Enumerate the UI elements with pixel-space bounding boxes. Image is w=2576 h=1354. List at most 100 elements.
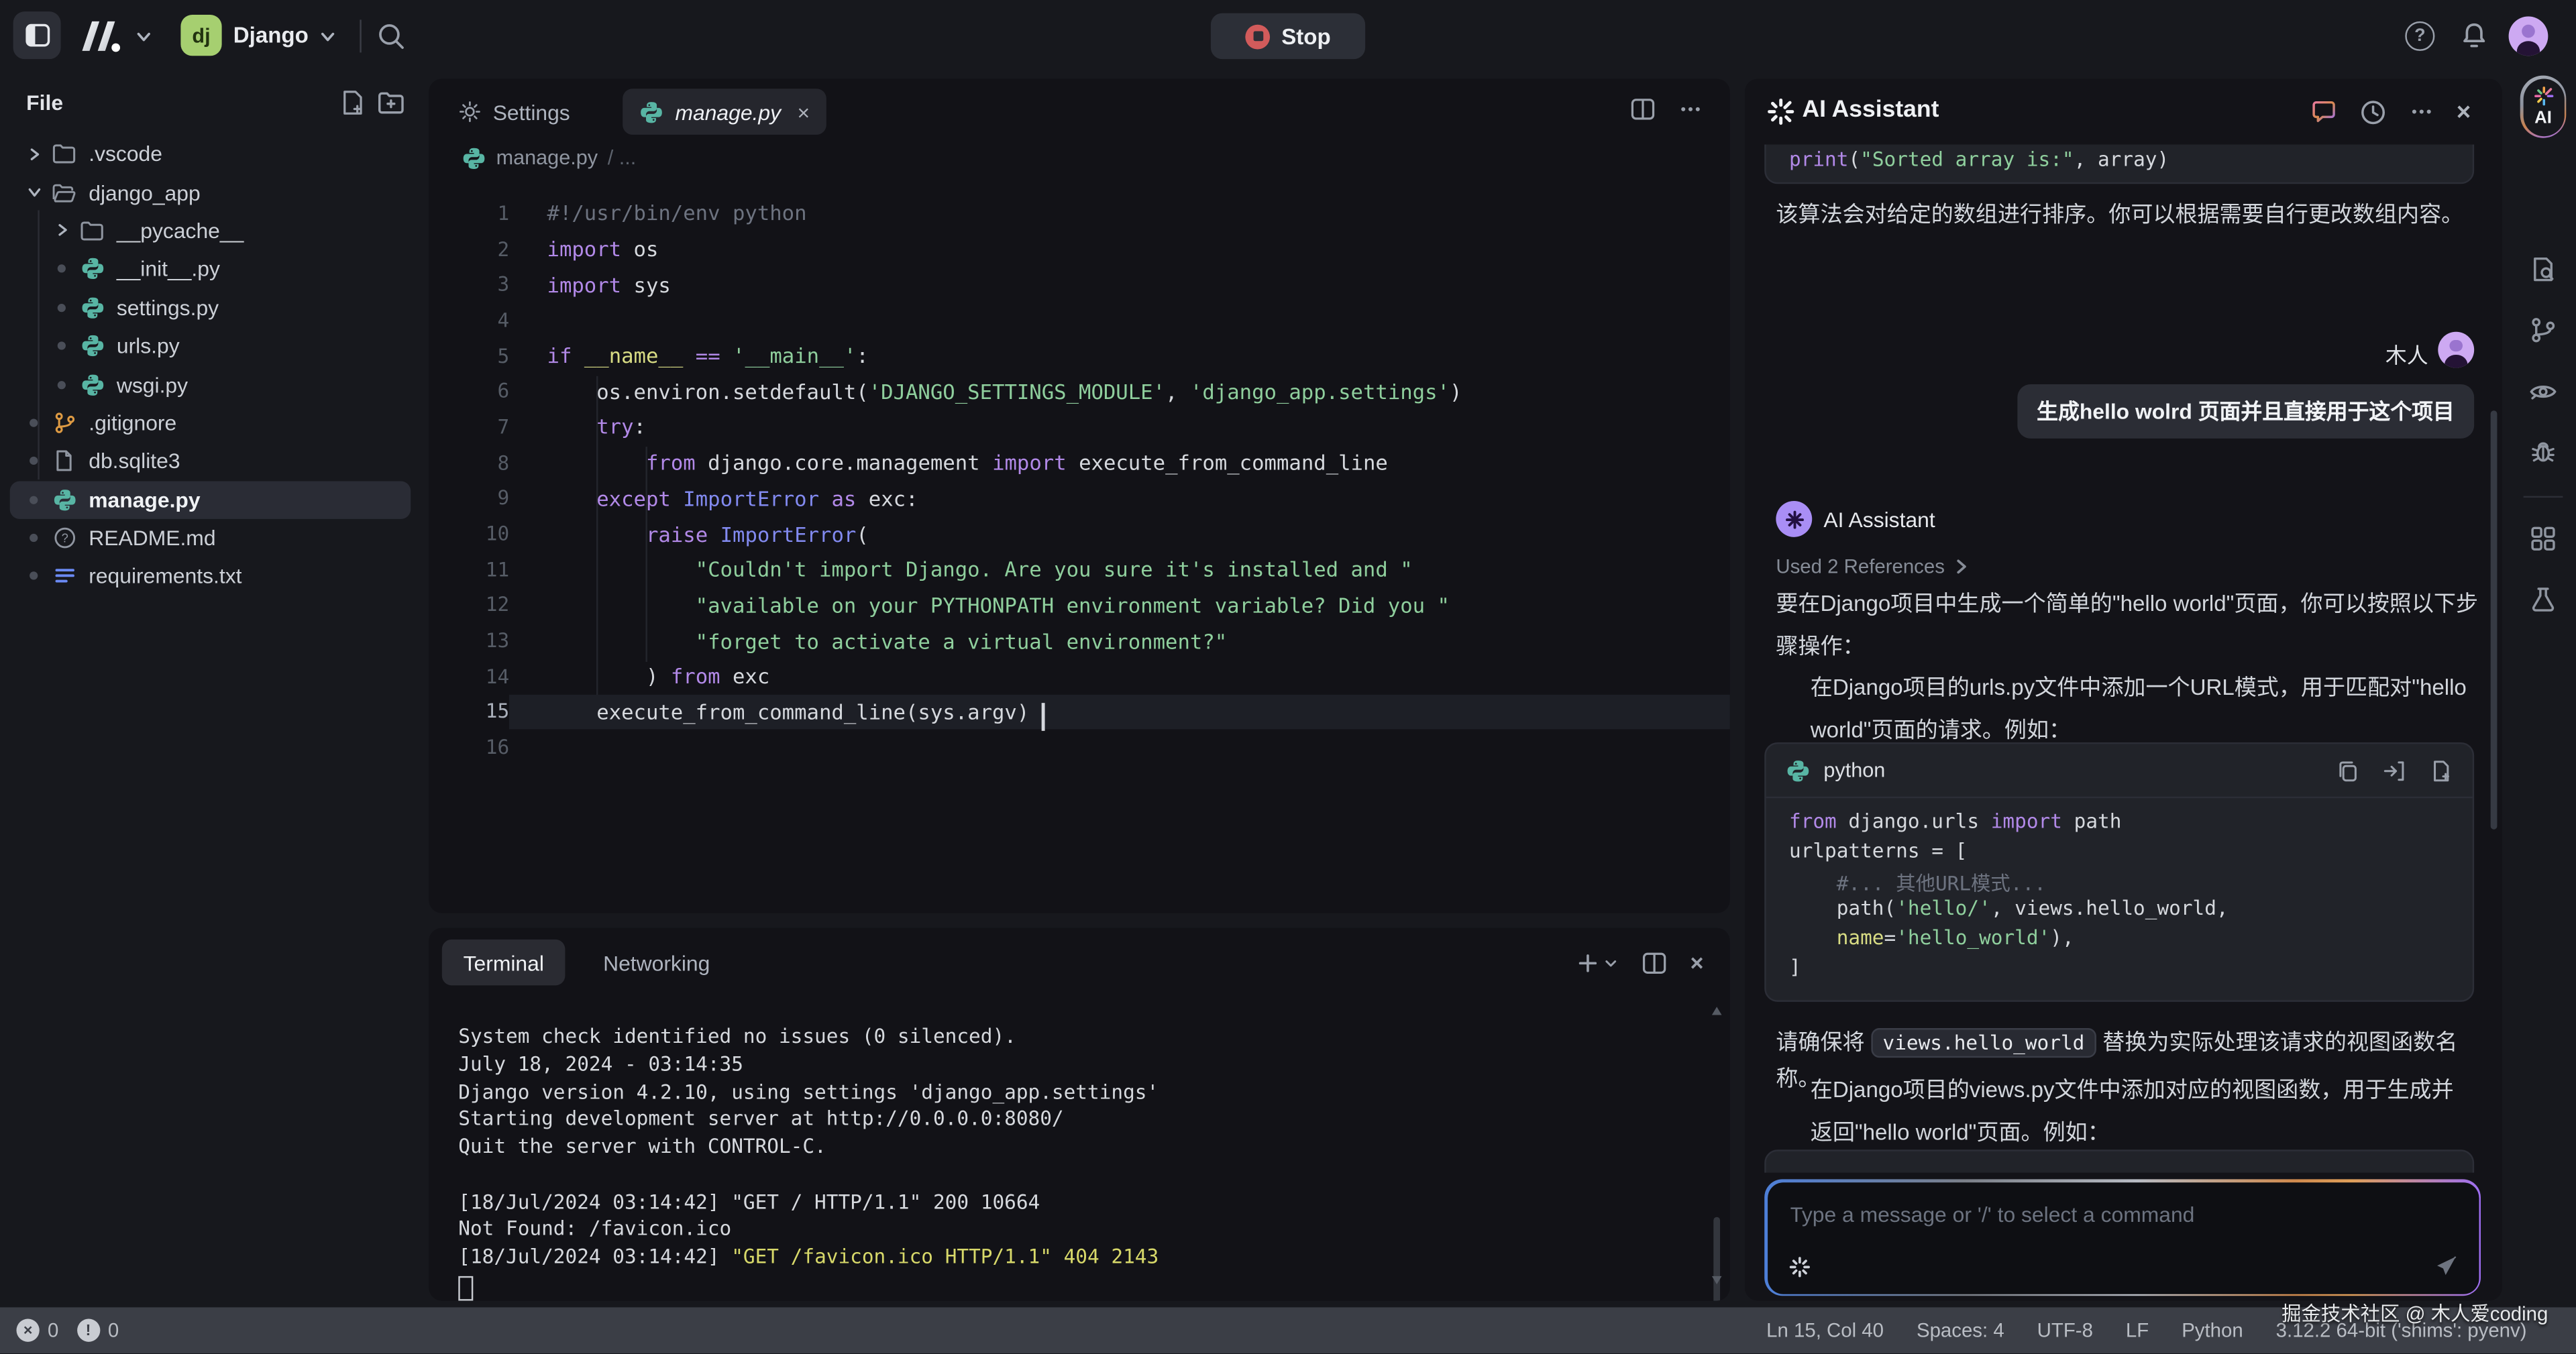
breadcrumb[interactable]: manage.py / ... (462, 138, 636, 178)
tree-item-django_app[interactable]: django_app (0, 173, 421, 211)
references-toggle[interactable]: Used 2 References (1776, 555, 1968, 578)
split-terminal-icon[interactable] (1641, 950, 1667, 975)
tree-indent-guide (38, 210, 39, 479)
chat-input[interactable] (1786, 1195, 2459, 1235)
new-terminal-icon[interactable] (1577, 952, 1618, 973)
status-item[interactable]: Python (2182, 1319, 2243, 1342)
code-line-4[interactable]: 4 (429, 302, 1730, 338)
help-icon[interactable]: ? (2405, 21, 2434, 51)
sidebar-toggle-button[interactable] (13, 11, 61, 59)
git-branch-icon[interactable] (2528, 315, 2558, 345)
scroll-up-icon[interactable] (1712, 1007, 1722, 1015)
extensions-grid-icon[interactable] (2528, 524, 2558, 553)
code-line-3[interactable]: 3import sys (429, 267, 1730, 302)
close-tab-icon[interactable]: × (798, 99, 810, 124)
terminal-line: July 18, 2024 - 03:14:35 (458, 1052, 1707, 1080)
code-line-11[interactable]: 11 "Couldn't import Django. Are you sure… (429, 552, 1730, 587)
tree-item-__pycache__[interactable]: __pycache__ (0, 211, 421, 249)
close-terminal-icon[interactable]: × (1690, 950, 1704, 976)
code-line-2[interactable]: 2import os (429, 231, 1730, 267)
code-line-15[interactable]: 15 execute_from_command_line(sys.argv) (429, 694, 1730, 730)
status-item[interactable]: UTF-8 (2037, 1319, 2093, 1342)
search-icon[interactable] (374, 19, 407, 52)
scrollbar-thumb[interactable] (1713, 1217, 1720, 1301)
close-panel-icon[interactable]: × (2457, 98, 2471, 126)
tree-item-__init__.py[interactable]: __init__.py (0, 250, 421, 288)
code-line-5[interactable]: 5if __name__ == '__main__': (429, 338, 1730, 374)
tree-item-manage.py[interactable]: manage.py (0, 480, 421, 518)
terminal-line: [18/Jul/2024 03:14:42] "GET / HTTP/1.1" … (458, 1190, 1707, 1217)
tree-item-requirements.txt[interactable]: requirements.txt (0, 557, 421, 596)
code-line-13[interactable]: 13 "forget to activate a virtual environ… (429, 623, 1730, 659)
status-item[interactable]: LF (2126, 1319, 2149, 1342)
python-icon (51, 486, 77, 512)
tab-terminal[interactable]: Terminal (442, 940, 566, 986)
logo-chevron-down-icon[interactable] (135, 28, 153, 46)
code-line-7[interactable]: 7 try: (429, 409, 1730, 445)
code-line-6[interactable]: 6 os.environ.setdefault('DJANGO_SETTINGS… (429, 374, 1730, 409)
readme-icon: ? (51, 525, 77, 551)
tab-networking[interactable]: Networking (582, 940, 731, 986)
code-line-8[interactable]: 8 from django.core.management import exe… (429, 445, 1730, 480)
code-line-16[interactable]: 16 (429, 730, 1730, 765)
ai-assistant-panel: AI Assistant × print("Sorted array is:",… (1745, 79, 2502, 1301)
more-options-icon[interactable] (1677, 96, 1703, 121)
code-line-9[interactable]: 9 except ImportError as exc: (429, 480, 1730, 516)
code-review-eye-icon[interactable] (2528, 376, 2558, 406)
send-message-icon[interactable] (2432, 1252, 2459, 1278)
status-item[interactable]: Spaces: 4 (1917, 1319, 2004, 1342)
file-search-icon[interactable] (2528, 255, 2558, 284)
text-caret (1042, 703, 1044, 731)
tree-item-db.sqlite3[interactable]: db.sqlite3 (0, 442, 421, 480)
code-line-12[interactable]: 12 "available on your PYTHONPATH environ… (429, 587, 1730, 623)
more-options-icon[interactable] (2409, 99, 2435, 125)
warnings-icon[interactable]: ! (76, 1319, 99, 1342)
copy-code-icon[interactable] (2336, 758, 2359, 783)
gear-icon (458, 100, 481, 123)
ai-badge-label: AI (2534, 109, 2552, 128)
ai-assistant-tool-button[interactable]: AI (2520, 76, 2567, 138)
ide-logo[interactable] (77, 18, 129, 54)
terminal-output[interactable]: System check identified no issues (0 sil… (458, 997, 1707, 1294)
code-line-1[interactable]: 1#!/usr/bin/env python (429, 195, 1730, 231)
errors-icon[interactable]: × (16, 1319, 39, 1342)
debug-bug-icon[interactable] (2528, 437, 2558, 466)
new-folder-icon[interactable] (376, 89, 406, 117)
experiments-flask-icon[interactable] (2528, 585, 2558, 614)
code-line-10[interactable]: 10 raise ImportError( (429, 516, 1730, 551)
terminal-line: Starting development server at http://0.… (458, 1107, 1707, 1135)
new-chat-icon[interactable] (2310, 99, 2339, 125)
ai-panel-title: AI Assistant (1803, 97, 1939, 123)
tree-item-settings.py[interactable]: settings.py (0, 288, 421, 327)
status-item[interactable]: Ln 15, Col 40 (1766, 1319, 1884, 1342)
chat-thread[interactable]: print("Sorted array is:", array) 该算法会对给定… (1745, 145, 2502, 1173)
chat-scrollbar-thumb[interactable] (2489, 410, 2497, 829)
tree-item-.vscode[interactable]: .vscode (0, 135, 421, 173)
scroll-down-icon[interactable] (1712, 1276, 1722, 1284)
python-icon (1786, 758, 1811, 783)
tab-manage-py[interactable]: manage.py × (623, 89, 826, 135)
tree-item-urls.py[interactable]: urls.py (0, 327, 421, 365)
stop-server-button[interactable]: Stop (1211, 13, 1365, 60)
new-file-from-code-icon[interactable] (2430, 758, 2453, 783)
tab-settings[interactable]: Settings (442, 89, 586, 135)
new-file-icon[interactable] (338, 89, 366, 117)
insert-code-icon[interactable] (2382, 758, 2407, 783)
code-editor[interactable]: 1#!/usr/bin/env python2import os3import … (429, 177, 1730, 913)
tree-item-wsgi.py[interactable]: wsgi.py (0, 365, 421, 404)
user-avatar[interactable] (2509, 16, 2548, 56)
editor-tab-bar: Settings manage.py × (429, 79, 1730, 138)
ai-avatar (1776, 501, 1812, 537)
project-chevron-down-icon[interactable] (319, 28, 337, 46)
user-message-bubble: 生成hello wolrd 页面并且直接用于这个项目 (2017, 384, 2474, 439)
tree-item-README.md[interactable]: ?README.md (0, 519, 421, 557)
project-selector[interactable]: Django (233, 23, 309, 48)
tree-item-.gitignore[interactable]: .gitignore (0, 404, 421, 442)
code-line-14[interactable]: 14 ) from exc (429, 659, 1730, 694)
terminal-scrollbar[interactable] (1710, 1003, 1725, 1288)
python-icon (79, 372, 105, 398)
history-icon[interactable] (2359, 98, 2387, 126)
notifications-bell-icon[interactable] (2458, 19, 2491, 52)
app-window: dj Django Stop ? File .vscodedjango_app_… (0, 0, 2576, 1354)
split-editor-icon[interactable] (1629, 96, 1656, 121)
